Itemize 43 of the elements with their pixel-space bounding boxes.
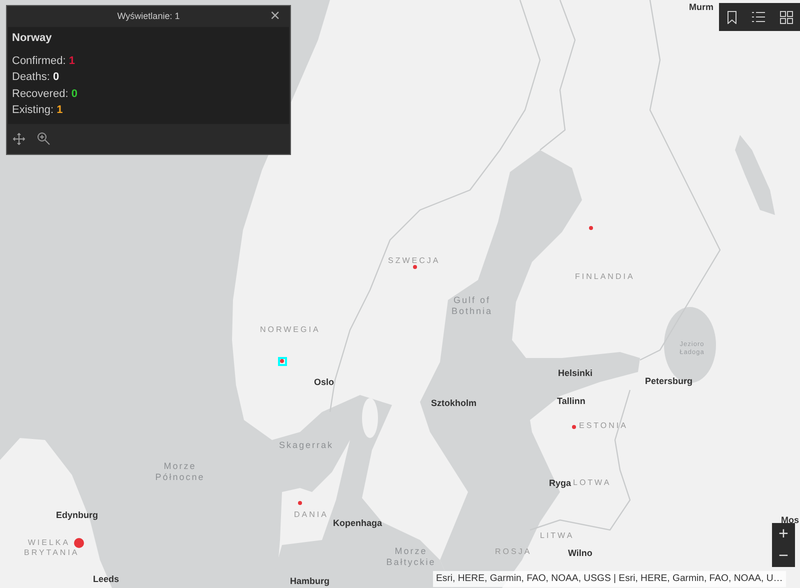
country-label: LITWA <box>540 531 574 541</box>
field-row-text: Confirmed: 1 <box>12 54 76 68</box>
water-label: Gulf of Bothnia <box>450 295 494 318</box>
water-label: Morze Bałtyckie <box>385 546 437 568</box>
case-point[interactable] <box>280 359 284 363</box>
list-icon[interactable] <box>752 11 764 23</box>
case-point[interactable] <box>572 425 576 429</box>
field-row-text: Recovered: 0 <box>12 86 78 102</box>
city-label: Wilno <box>568 548 592 560</box>
city-label: Hamburg <box>290 576 330 588</box>
water-label: Skagerrak <box>279 440 334 452</box>
city-label: Leeds <box>93 574 120 586</box>
country-label: LOTWA <box>573 478 612 488</box>
city-label: Edynburg <box>56 510 98 522</box>
country-label: NORWEGIA <box>260 325 320 335</box>
bookmark-icon[interactable] <box>726 10 736 24</box>
country-label: SZWECJA <box>388 256 440 266</box>
country-label: DANIA <box>294 510 328 520</box>
city-label: Petersburg <box>645 376 693 388</box>
case-point[interactable] <box>74 538 84 548</box>
zoom-in-icon[interactable] <box>37 132 50 145</box>
case-point[interactable] <box>589 226 593 230</box>
case-point[interactable] <box>298 501 302 505</box>
field-row-text: Deaths: 0 <box>12 70 60 85</box>
country-label: FINLANDIA <box>575 272 635 282</box>
field-row-text: Existing: 1 <box>12 103 64 118</box>
city-label: Ryga <box>549 478 572 490</box>
popup-title: Wyświetlanie: 1 <box>117 11 180 21</box>
city-label: Oslo <box>314 377 334 388</box>
grid-icon[interactable] <box>780 10 792 24</box>
city-label: Murm <box>689 2 714 14</box>
water-label: Morze Północne <box>154 461 206 484</box>
city-label: Sztokholm <box>431 398 477 410</box>
popup-heading: Norway <box>12 31 53 46</box>
move-icon[interactable] <box>13 132 25 144</box>
city-label: Helsinki <box>558 368 593 380</box>
country-label: ESTONIA <box>579 421 628 431</box>
country-label: ROSJA <box>495 547 532 557</box>
attribution-text: Esri, HERE, Garmin, FAO, NOAA, USGS | Esri, HERE, Garmin, FAO, NOAA, U… <box>433 571 786 587</box>
close-button[interactable]: × <box>268 6 282 25</box>
city-label: Kopenhaga <box>333 518 382 530</box>
city-label: Tallinn <box>557 396 586 408</box>
case-point[interactable] <box>413 265 417 269</box>
